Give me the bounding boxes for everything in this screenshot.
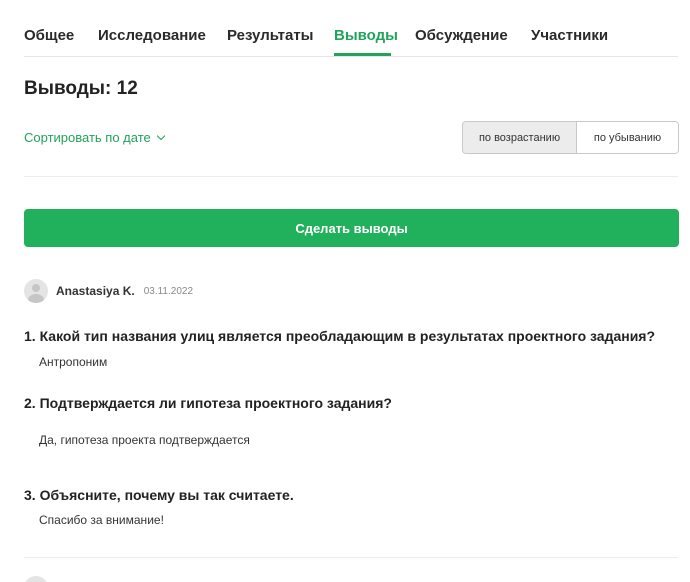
tab-participants[interactable]: Участники: [531, 27, 608, 44]
sort-order-toggle: по возрастанию по убыванию: [462, 121, 679, 154]
sort-ascending-button[interactable]: по возрастанию: [463, 122, 577, 153]
divider: [24, 557, 678, 558]
divider: [24, 176, 678, 177]
tab-discussion[interactable]: Обсуждение: [415, 27, 508, 44]
tab-bar: Общее Исследование Результаты Выводы Обс…: [24, 0, 678, 57]
active-tab-indicator: [334, 53, 391, 56]
sort-label: Сортировать по дате: [24, 130, 151, 145]
author-name[interactable]: Anastasiya K.: [56, 284, 135, 298]
answer-3: Спасибо за внимание!: [39, 513, 164, 527]
tab-research[interactable]: Исследование: [98, 27, 206, 44]
chevron-down-icon: [156, 131, 165, 141]
answer-2: Да, гипотеза проекта подтверждается: [39, 433, 250, 447]
avatar-icon: [24, 576, 48, 582]
author-info: Anastasiya K. 03.11.2022: [24, 279, 193, 303]
sort-dropdown[interactable]: Сортировать по дате: [24, 130, 165, 145]
tab-general[interactable]: Общее: [24, 27, 74, 44]
answer-1: Антропоним: [39, 355, 108, 369]
make-conclusions-button[interactable]: Сделать выводы: [24, 209, 679, 247]
tab-results[interactable]: Результаты: [227, 27, 313, 44]
sort-descending-button[interactable]: по убыванию: [577, 122, 678, 153]
post-date: 03.11.2022: [143, 285, 194, 297]
tab-conclusions[interactable]: Выводы: [334, 27, 398, 44]
avatar-icon: [24, 279, 48, 303]
question-1: 1. Какой тип названия улиц является прео…: [24, 328, 656, 344]
question-2: 2. Подтверждается ли гипотеза проектного…: [24, 395, 392, 411]
page-title: Выводы: 12: [24, 78, 138, 99]
question-3: 3. Объясните, почему вы так считаете.: [24, 487, 294, 503]
